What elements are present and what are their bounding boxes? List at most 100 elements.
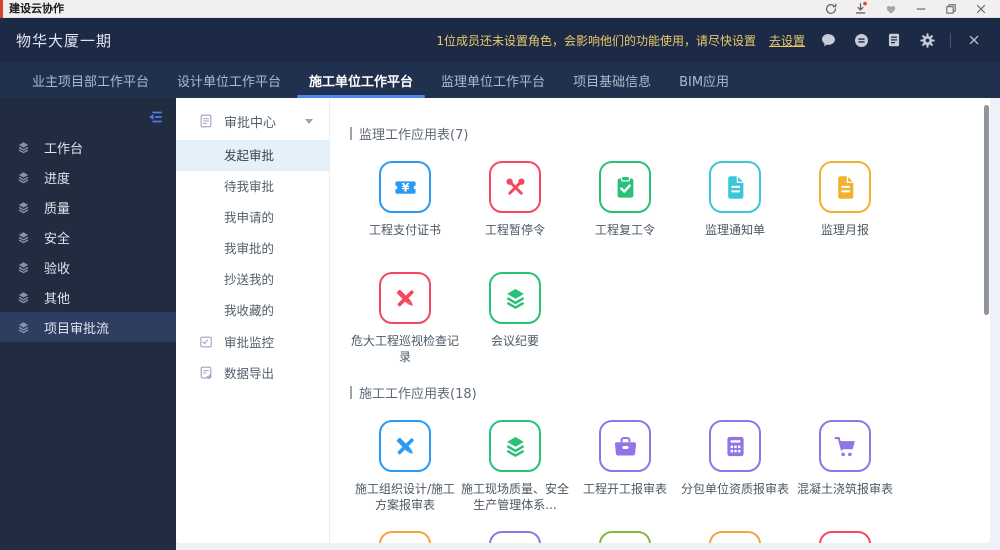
tab-label: 施工单位工作平台 — [309, 74, 414, 90]
app-tile-label: 工程暂停令 — [484, 223, 545, 237]
scrollbar[interactable] — [984, 105, 989, 315]
sidebar-item-acceptance[interactable]: 验收 — [0, 252, 176, 282]
go-settings-link[interactable]: 去设置 — [769, 32, 805, 49]
tab-project-info[interactable]: 项目基础信息 — [561, 62, 663, 98]
tool-label: 审批监控 — [224, 335, 275, 350]
app-tile-label: 会议纪要 — [490, 334, 539, 348]
app-tile-commencement-report[interactable]: 工程开工报审表 — [570, 420, 680, 518]
header: 物华大厦一期 1位成员还未设置角色，会影响他们的功能使用，请尽快设置 去设置 — [0, 18, 1000, 62]
gear-icon[interactable] — [917, 30, 937, 50]
tool-label: 数据导出 — [224, 366, 275, 381]
sidebar-item-workbench[interactable]: 工作台 — [0, 132, 176, 162]
section-title-text: 监理工作应用表(7) — [359, 128, 469, 143]
app-tile-label: 混凝土浇筑报审表 — [796, 482, 893, 496]
sidebar-item-quality[interactable]: 质量 — [0, 192, 176, 222]
subnav-item-approval-monitor[interactable]: 审批监控 — [176, 326, 329, 357]
shopping-cart-icon[interactable] — [819, 420, 871, 472]
sidebar-item-safety[interactable]: 安全 — [0, 222, 176, 252]
subnav-item-my-applications[interactable]: 我申请的 — [176, 202, 329, 233]
subnav-item-initiate-approval[interactable]: 发起审批 — [176, 140, 329, 171]
app-tile-supervision-notice[interactable]: 监理通知单 — [680, 161, 790, 259]
app-tile-work-suspension[interactable]: 工程暂停令 — [460, 161, 570, 259]
subnav-item-cc-to-me[interactable]: 抄送我的 — [176, 264, 329, 295]
app-tile-partial[interactable] — [350, 531, 460, 543]
app-tile-label: 监理月报 — [820, 223, 869, 237]
platform-tabbar: 业主项目部工作平台 设计单位工作平台 施工单位工作平台 监理单位工作平台 项目基… — [0, 62, 1000, 98]
subnav-item-pending-my-approval[interactable]: 待我审批 — [176, 171, 329, 202]
section-title-bar — [350, 386, 352, 399]
app-tile-partial[interactable] — [790, 531, 900, 543]
titlebar: 建设云协作 — [0, 0, 1000, 18]
app-icon[interactable] — [819, 531, 871, 543]
app-tile-label: 工程支付证书 — [368, 223, 441, 237]
app-title: 建设云协作 — [9, 2, 64, 15]
close-icon[interactable] — [964, 30, 984, 50]
document-icon[interactable] — [709, 161, 761, 213]
toolbox-icon[interactable] — [599, 420, 651, 472]
tab-owner-platform[interactable]: 业主项目部工作平台 — [20, 62, 161, 98]
minimize-icon[interactable] — [913, 1, 928, 16]
subnav-item-my-favorites[interactable]: 我收藏的 — [176, 295, 329, 326]
app-tile-concrete-pouring[interactable]: 混凝土浇筑报审表 — [790, 420, 900, 518]
header-actions: 1位成员还未设置角色，会影响他们的功能使用，请尽快设置 去设置 — [436, 30, 984, 50]
approval-center-group[interactable]: 审批中心 — [176, 102, 329, 140]
subnav-item-data-export[interactable]: 数据导出 — [176, 357, 329, 388]
app-tile-partial[interactable] — [680, 531, 790, 543]
app-icon[interactable] — [489, 531, 541, 543]
tab-design-platform[interactable]: 设计单位工作平台 — [165, 62, 293, 98]
tab-bim[interactable]: BIM应用 — [667, 62, 741, 98]
app-tile-subcontractor-qualification[interactable]: 分包单位资质报审表 — [680, 420, 790, 518]
app-tile-label: 施工组织设计/施工方案报审表 — [354, 482, 456, 512]
role-warning-text: 1位成员还未设置角色，会影响他们的功能使用，请尽快设置 — [436, 33, 756, 48]
app-tile-meeting-minutes[interactable]: 会议纪要 — [460, 272, 570, 370]
app-tile-label: 监理通知单 — [704, 223, 765, 237]
sidebar-item-label: 安全 — [44, 231, 71, 247]
subnav-item-approved-by-me[interactable]: 我审批的 — [176, 233, 329, 264]
sidebar-item-approval-flow[interactable]: 项目审批流 — [0, 312, 176, 342]
sidebar-item-label: 其他 — [44, 291, 71, 307]
favorite-icon[interactable] — [883, 1, 898, 16]
payment-ticket-icon[interactable] — [379, 161, 431, 213]
close-icon[interactable] — [973, 1, 988, 16]
approval-subnav: 审批中心 发起审批 待我审批 我申请的 我审批的 抄送我的 我收藏的 审批监控 … — [176, 98, 330, 543]
app-tile-partial[interactable] — [460, 531, 570, 543]
ruler-pencil-icon[interactable] — [379, 420, 431, 472]
app-tile-site-quality-safety-system[interactable]: 施工现场质量、安全生产管理体系... — [460, 420, 570, 518]
sidebar-item-other[interactable]: 其他 — [0, 282, 176, 312]
document-icon[interactable] — [819, 161, 871, 213]
message-icon[interactable] — [818, 30, 838, 50]
ruler-pencil-icon[interactable] — [379, 272, 431, 324]
app-tile-construction-org-design[interactable]: 施工组织设计/施工方案报审表 — [350, 420, 460, 518]
help-icon[interactable] — [851, 30, 871, 50]
group-label: 审批中心 — [224, 115, 277, 131]
app-tile-payment-certificate[interactable]: 工程支付证书 — [350, 161, 460, 259]
layers-icon[interactable] — [489, 272, 541, 324]
app-tile-supervision-monthly-report[interactable]: 监理月报 — [790, 161, 900, 259]
app-tile-label: 危大工程巡视检查记录 — [351, 334, 460, 364]
calculator-grid-icon[interactable] — [709, 420, 761, 472]
app-tile-hazard-inspection-record[interactable]: 危大工程巡视检查记录 — [350, 272, 460, 370]
app-icon[interactable] — [599, 531, 651, 543]
crossed-tools-icon[interactable] — [489, 161, 541, 213]
monitor-check-icon — [200, 336, 212, 347]
app-window: 建设云协作 物华大厦一期 1位成员还未设置角色，会影响他们的功能使用，请尽快设置… — [0, 0, 1000, 550]
refresh-icon[interactable] — [823, 1, 838, 16]
tab-construction-platform[interactable]: 施工单位工作平台 — [297, 62, 426, 98]
app-tile-partial[interactable] — [570, 531, 680, 543]
app-tile-work-resumption[interactable]: 工程复工令 — [570, 161, 680, 259]
section-title-construction: 施工工作应用表(18) — [350, 383, 990, 402]
layers-icon[interactable] — [489, 420, 541, 472]
content-panel: 审批中心 发起审批 待我审批 我申请的 我审批的 抄送我的 我收藏的 审批监控 … — [176, 98, 990, 543]
window-controls — [823, 1, 1000, 16]
sidebar-item-label: 项目审批流 — [44, 321, 110, 337]
sidebar-item-progress[interactable]: 进度 — [0, 162, 176, 192]
app-icon[interactable] — [709, 531, 761, 543]
note-icon[interactable] — [884, 30, 904, 50]
download-icon[interactable] — [853, 1, 868, 16]
collapse-sidebar-icon[interactable] — [146, 108, 164, 126]
section-title-supervision: 监理工作应用表(7) — [350, 124, 990, 143]
maximize-icon[interactable] — [943, 1, 958, 16]
tab-supervision-platform[interactable]: 监理单位工作平台 — [429, 62, 557, 98]
clipboard-check-icon[interactable] — [599, 161, 651, 213]
app-icon[interactable] — [379, 531, 431, 543]
